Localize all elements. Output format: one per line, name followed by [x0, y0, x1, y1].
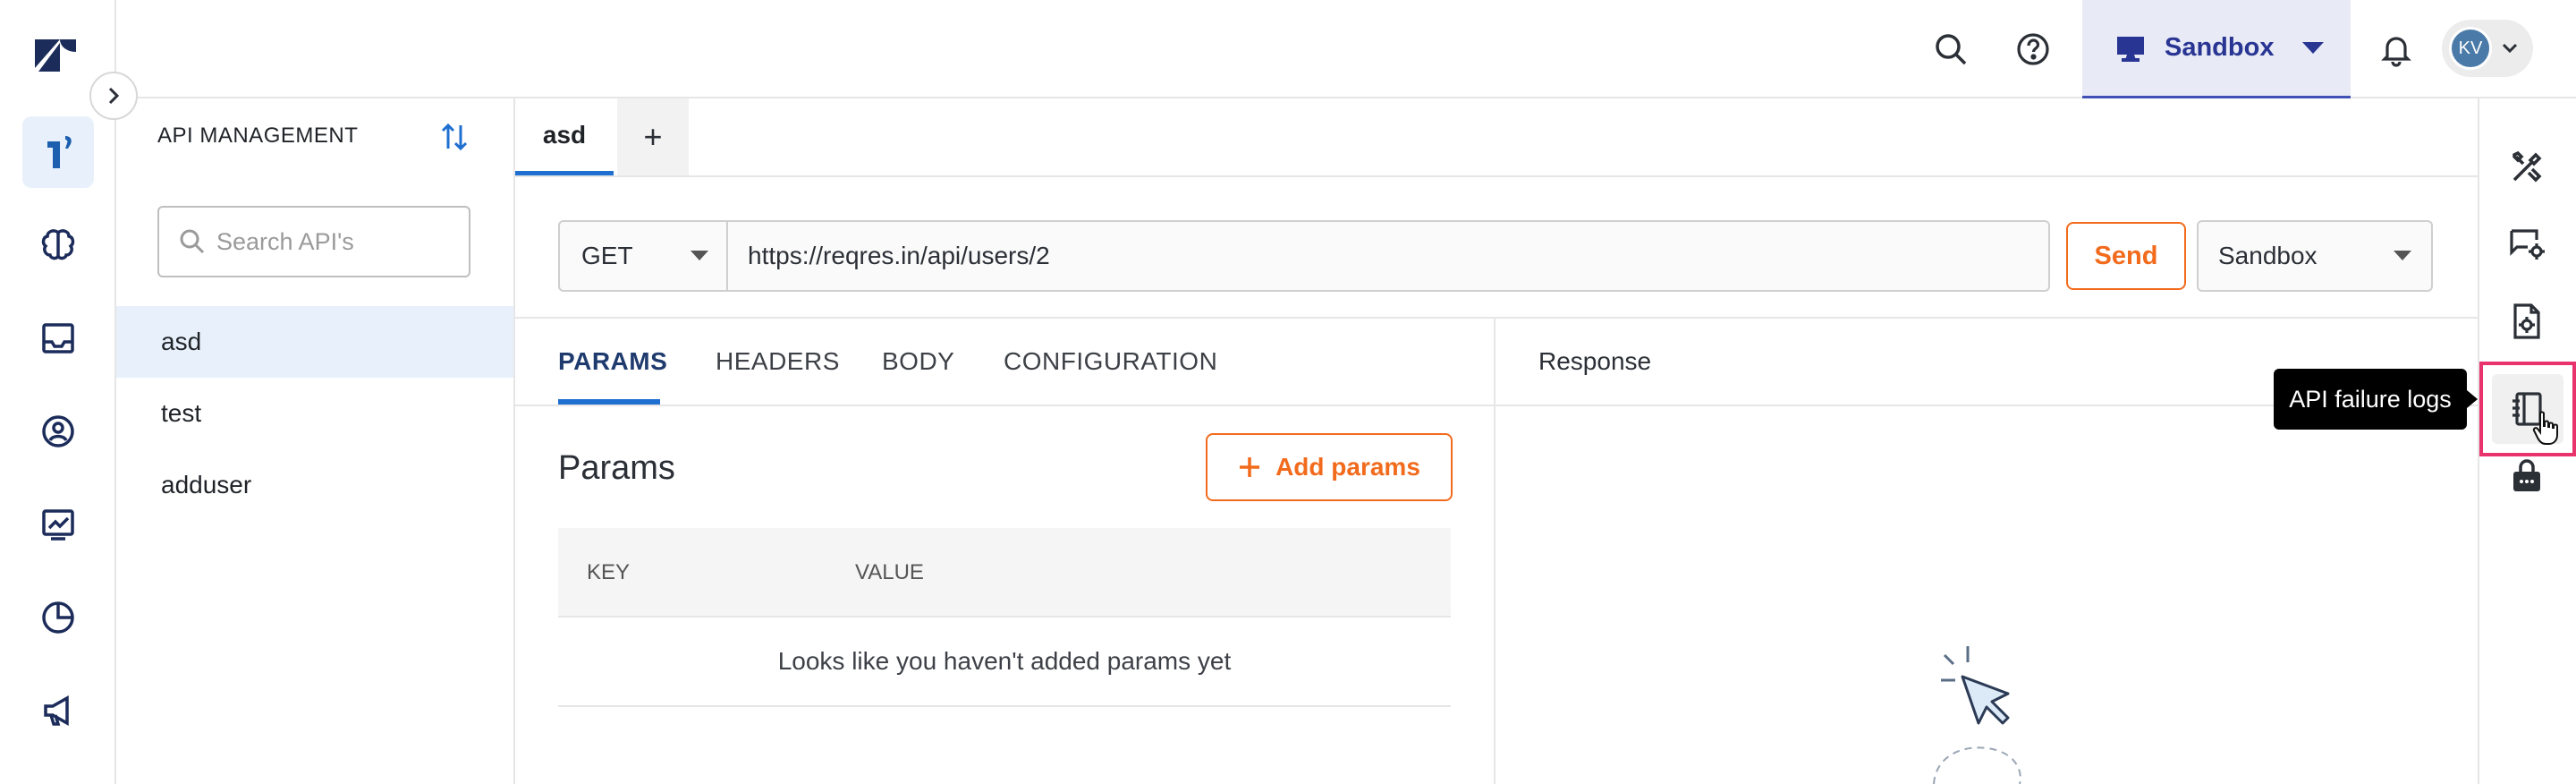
api-item-label: adduser [161, 471, 252, 499]
api-list-item[interactable]: adduser [116, 449, 513, 521]
environment-select[interactable]: Sandbox [2197, 220, 2433, 292]
tools-icon[interactable] [2504, 98, 2553, 147]
api-management-panel: API MANAGEMENT Search API's asd test add… [116, 98, 515, 784]
caret-down-icon [691, 251, 708, 261]
chevron-right-icon [106, 86, 121, 106]
api-item-label: test [161, 399, 202, 427]
tab-asd[interactable]: asd [515, 98, 614, 175]
bell-icon[interactable] [2374, 27, 2419, 72]
cursor-illustration-icon [1923, 646, 2030, 784]
plus-icon: + [643, 118, 663, 155]
chat-settings-icon[interactable] [2503, 220, 2551, 268]
tab-body[interactable]: BODY [882, 347, 954, 376]
sort-icon[interactable] [440, 122, 469, 152]
url-value: https://reqres.in/api/users/2 [748, 242, 1050, 269]
column-header-key: KEY [587, 560, 631, 584]
add-tab-button[interactable]: + [617, 98, 689, 175]
help-icon[interactable] [2011, 27, 2055, 72]
panel-title: API MANAGEMENT [157, 124, 359, 148]
megaphone-icon[interactable] [22, 675, 94, 746]
user-menu[interactable]: KV [2442, 20, 2533, 77]
lock-bag-icon[interactable] [2503, 453, 2551, 501]
tab-configuration[interactable]: CONFIGURATION [1004, 347, 1217, 376]
chevron-down-icon [2501, 42, 2519, 55]
caret-down-icon [2302, 41, 2325, 55]
tooltip: API failure logs [2274, 369, 2467, 430]
column-header-value: VALUE [855, 560, 924, 584]
top-bar: Sandbox KV [116, 0, 2576, 98]
search-placeholder: Search API's [216, 227, 354, 255]
environment-selector[interactable]: Sandbox [2082, 0, 2351, 98]
request-tab-bar: asd + [515, 98, 2478, 177]
environment-value: Sandbox [2218, 242, 2318, 269]
empty-text: Looks like you haven't added params yet [777, 647, 1232, 675]
add-params-button[interactable]: Add params [1206, 433, 1453, 501]
url-input[interactable]: https://reqres.in/api/users/2 [726, 220, 2050, 292]
tab-label: asd [542, 120, 587, 149]
tab-headers[interactable]: HEADERS [716, 347, 840, 376]
brain-icon[interactable] [22, 209, 94, 281]
tab-label: BODY [882, 347, 955, 375]
expand-sidebar-button[interactable] [89, 72, 138, 120]
hand-cursor-icon [2531, 410, 2562, 447]
tab-label: PARAMS [558, 347, 668, 375]
tab-label: HEADERS [716, 347, 840, 375]
divider [515, 405, 2478, 406]
file-settings-icon[interactable] [2503, 297, 2551, 345]
api-item-label: asd [161, 328, 202, 355]
monitor-icon [2114, 32, 2147, 64]
analytics-icon[interactable] [22, 489, 94, 560]
left-navigation-rail [0, 0, 116, 784]
avatar: KV [2449, 27, 2492, 70]
api-list-item[interactable]: test [116, 378, 513, 449]
divider [1494, 317, 1496, 784]
divider [515, 317, 2478, 319]
caret-down-icon [2394, 251, 2411, 261]
one-logo-icon[interactable] [22, 116, 94, 188]
inbox-icon[interactable] [22, 303, 94, 374]
method-value: GET [581, 242, 633, 269]
send-button[interactable]: Send [2066, 222, 2186, 290]
params-empty-state: Looks like you haven't added params yet [558, 618, 1451, 707]
zendesk-logo-icon[interactable] [22, 20, 94, 91]
search-input[interactable]: Search API's [157, 206, 470, 277]
tab-params[interactable]: PARAMS [558, 347, 667, 376]
method-select[interactable]: GET [558, 220, 728, 292]
params-table-header: KEY VALUE [558, 528, 1451, 618]
avatar-initials: KV [2458, 38, 2483, 58]
tooltip-arrow [2467, 390, 2478, 408]
params-title: Params [558, 449, 675, 487]
tab-label: CONFIGURATION [1004, 347, 1218, 375]
active-tab-indicator [558, 399, 660, 405]
tools-icon[interactable] [2503, 143, 2551, 192]
add-params-label: Add params [1275, 453, 1420, 481]
plus-icon [1238, 456, 1261, 479]
search-icon[interactable] [1928, 27, 1973, 72]
send-label: Send [2094, 241, 2158, 270]
environment-label: Sandbox [2165, 33, 2275, 62]
response-title: Response [1538, 347, 1652, 375]
search-icon [179, 228, 206, 255]
tooltip-text: API failure logs [2289, 385, 2452, 413]
user-circle-icon[interactable] [22, 396, 94, 467]
pie-chart-icon[interactable] [22, 582, 94, 653]
api-list-item[interactable]: asd [116, 306, 513, 378]
